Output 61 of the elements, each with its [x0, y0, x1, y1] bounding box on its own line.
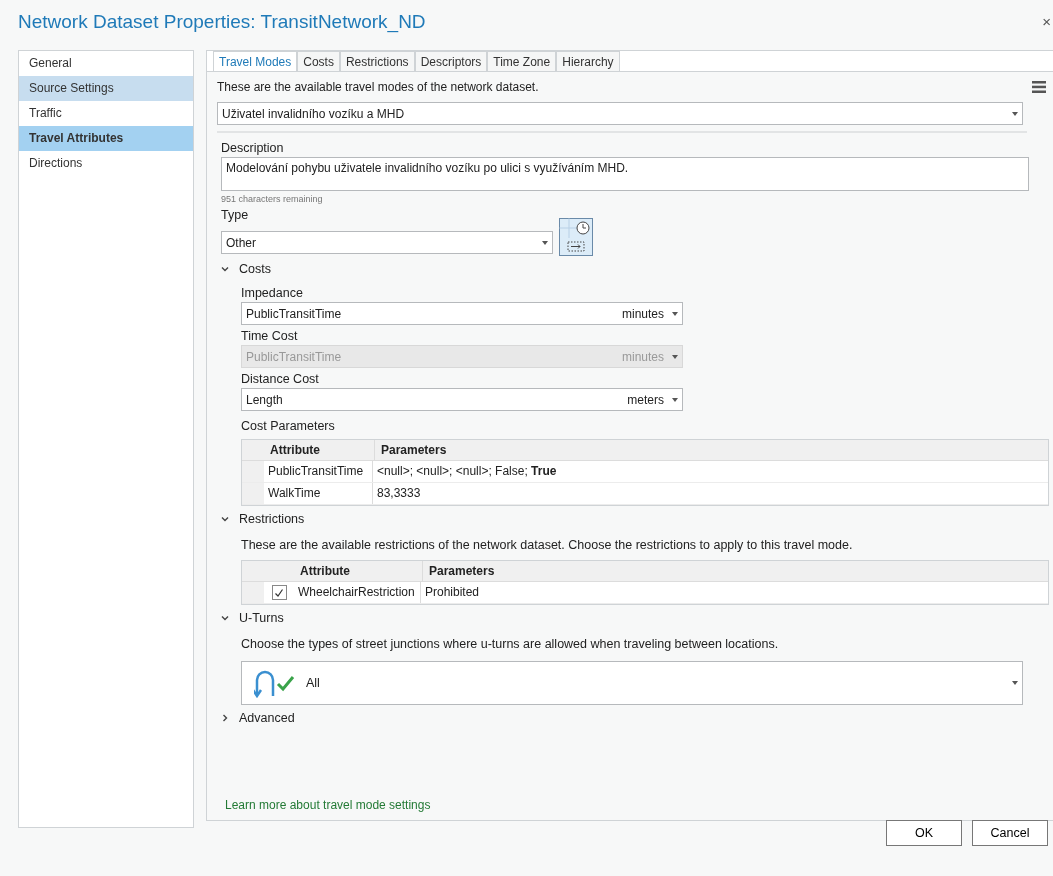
- section-title: Costs: [239, 262, 271, 276]
- section-title: Restrictions: [239, 512, 305, 526]
- sidebar-item[interactable]: Directions: [19, 151, 193, 176]
- menu-icon[interactable]: [1032, 81, 1046, 93]
- table-cell: PublicTransitTime: [264, 461, 373, 482]
- dropdown-arrow-icon: [1012, 681, 1018, 685]
- field-label: Time Cost: [241, 328, 299, 345]
- sidebar-item[interactable]: Traffic: [19, 101, 193, 126]
- dropdown-arrow-icon: [672, 397, 678, 402]
- sidebar-item[interactable]: General: [19, 51, 193, 76]
- uturns-text: Choose the types of street junctions where u-turns are allowed when traveling between locations.: [241, 637, 780, 651]
- table-cell-text: <null>; <null>; <null>; False; True: [376, 463, 557, 480]
- description-field[interactable]: Modelování pohybu uživatele invalidního vozíku po ulici s využíváním MHD.: [221, 157, 1029, 191]
- dropdown-arrow-icon: [672, 311, 678, 316]
- checkmark-icon: [274, 587, 284, 598]
- field-label: Cost Parameters: [241, 418, 336, 435]
- cost-dropdown[interactable]: PublicTransitTime minutes: [241, 302, 683, 325]
- field-label: Impedance: [241, 285, 304, 302]
- table-cell-text: Prohibited: [424, 584, 480, 601]
- uturn-value: All: [306, 676, 320, 690]
- travel-mode-dropdown[interactable]: Uživatel invalidního vozíku a MHD: [217, 102, 1023, 125]
- section-title: Advanced: [239, 711, 295, 725]
- tab[interactable]: Restrictions: [339, 51, 415, 71]
- dialog-button[interactable]: OK: [886, 820, 962, 846]
- field-label: Description: [221, 140, 285, 157]
- column-header: Parameters: [428, 563, 495, 580]
- field-label: Distance Cost: [241, 371, 320, 388]
- tab[interactable]: Descriptors: [414, 51, 488, 71]
- uturn-dropdown[interactable]: All: [241, 661, 1023, 705]
- column-header: Attribute: [264, 440, 375, 460]
- table-cell: WalkTime: [264, 483, 373, 504]
- table-cell-text: 83,3333: [376, 485, 421, 502]
- close-button[interactable]: ×: [1040, 12, 1053, 30]
- intro-text: These are the available travel modes of the network dataset.: [217, 80, 539, 94]
- help-link[interactable]: Learn more about travel mode settings: [225, 798, 431, 812]
- section-title: U-Turns: [239, 611, 284, 625]
- tab[interactable]: Travel Modes: [213, 51, 298, 71]
- sidebar-item[interactable]: Source Settings: [19, 76, 193, 101]
- restrictions-text: These are the available restrictions of the network dataset. Choose the restrictions to apply to this travel mode.: [241, 538, 854, 552]
- type-dropdown[interactable]: Other: [221, 231, 553, 254]
- sidebar-item[interactable]: Travel Attributes: [19, 126, 193, 151]
- cost-dropdown[interactable]: Length meters: [241, 388, 683, 411]
- time-button-icon[interactable]: [559, 218, 593, 256]
- tab[interactable]: Hierarchy: [556, 51, 620, 71]
- section-header[interactable]: Costs: [221, 256, 275, 282]
- dropdown-arrow-icon: [542, 240, 548, 245]
- table-cell: WheelchairRestriction: [294, 582, 421, 603]
- remaining-text: 951 characters remaining: [221, 194, 324, 204]
- field-label: Type: [221, 207, 250, 224]
- section-header[interactable]: Advanced: [221, 705, 299, 731]
- dialog-button[interactable]: Cancel: [972, 820, 1048, 846]
- window-title: Network Dataset Properties: TransitNetwork_ND: [18, 11, 426, 33]
- dropdown-arrow-icon: [672, 354, 678, 359]
- column-header: Parameters: [380, 442, 447, 459]
- column-header: Attribute: [294, 561, 423, 581]
- tab[interactable]: Time Zone: [487, 51, 557, 71]
- section-header[interactable]: U-Turns: [221, 605, 288, 631]
- checkbox[interactable]: [271, 585, 287, 600]
- section-header[interactable]: Restrictions: [221, 506, 309, 532]
- tab[interactable]: Costs: [297, 51, 340, 71]
- dropdown-arrow-icon: [1012, 111, 1018, 116]
